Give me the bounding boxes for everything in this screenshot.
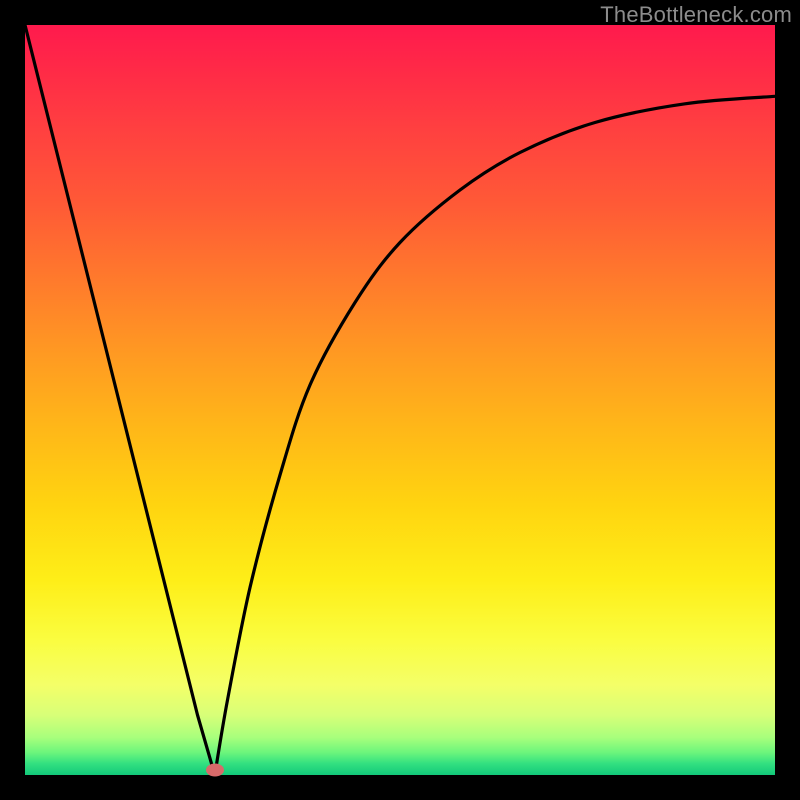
curve-path xyxy=(25,25,775,775)
chart-frame: TheBottleneck.com xyxy=(0,0,800,800)
minimum-marker-icon xyxy=(206,763,224,776)
chart-plot-area xyxy=(25,25,775,775)
bottleneck-curve xyxy=(25,25,775,775)
watermark-text: TheBottleneck.com xyxy=(600,2,792,28)
